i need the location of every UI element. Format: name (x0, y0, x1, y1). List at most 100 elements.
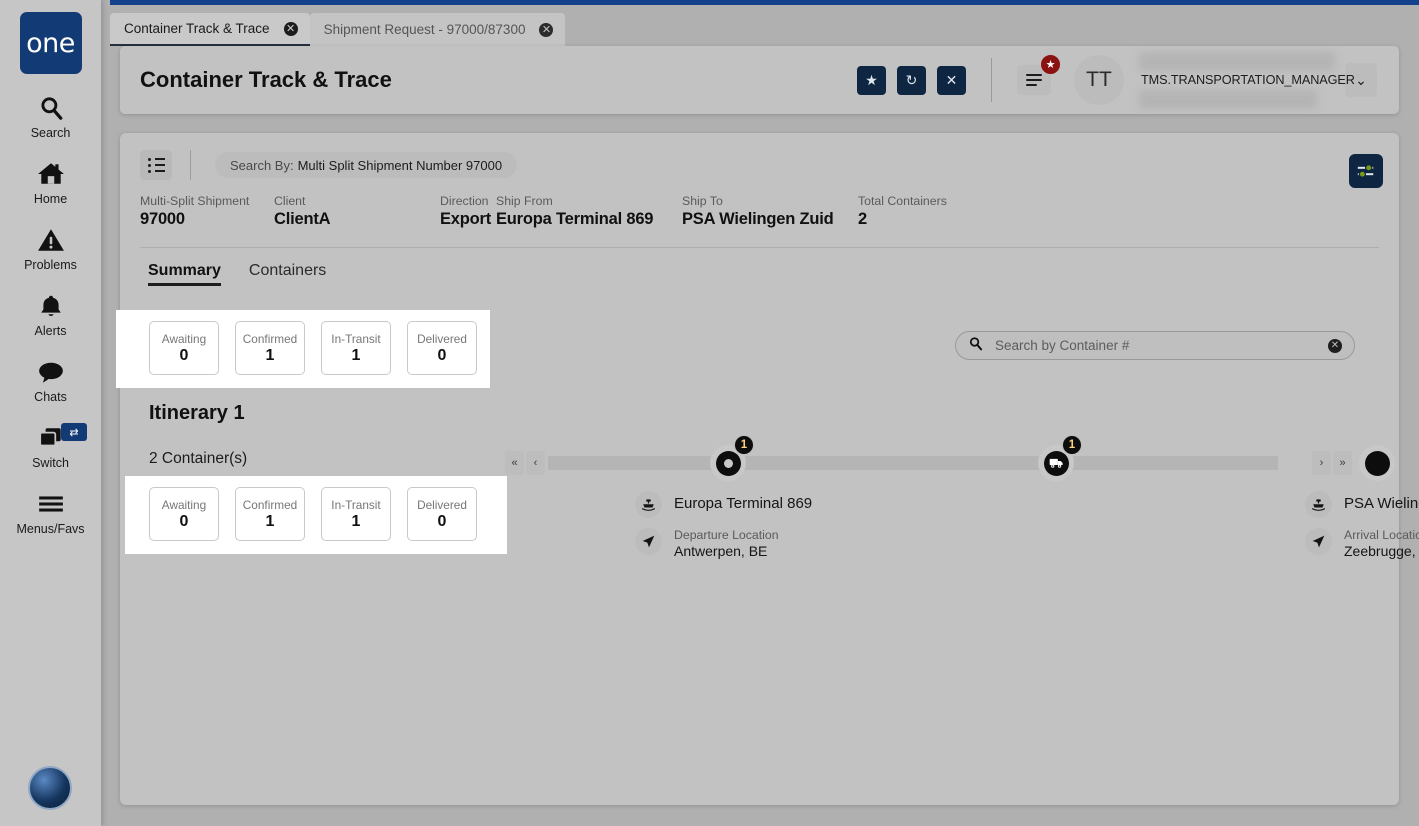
sidebar-item-menus-favs[interactable]: Menus/Favs (0, 487, 101, 536)
transit-node-count: 1 (1062, 435, 1082, 455)
tab-summary[interactable]: Summary (148, 262, 221, 286)
switch-badge-icon[interactable]: ⇄ (61, 423, 87, 441)
refresh-button[interactable]: ↻ (897, 66, 926, 95)
sidebar-item-alerts[interactable]: Alerts (0, 289, 101, 338)
page-title: Container Track & Trace (140, 67, 392, 93)
username-label: TMS.TRANSPORTATION_MANAGER (1141, 73, 1355, 87)
status-label: In-Transit (331, 332, 380, 346)
tab-shipment-request[interactable]: Shipment Request - 97000/87300 ✕ (310, 13, 566, 46)
status-label: Confirmed (243, 498, 297, 512)
favorite-button[interactable]: ★ (857, 66, 886, 95)
timeline-nav-right: › » (1312, 451, 1352, 475)
sidebar-item-label: Alerts (35, 324, 67, 338)
status-value: 0 (180, 347, 189, 365)
sidebar-item-chats[interactable]: Chats (0, 355, 101, 404)
tab-label: Container Track & Trace (124, 21, 270, 36)
avatar[interactable]: TT (1074, 55, 1124, 105)
status-label: Awaiting (162, 332, 206, 346)
tab-container-track-trace[interactable]: Container Track & Trace ✕ (110, 13, 310, 46)
origin-terminal-name: Europa Terminal 869 (674, 491, 812, 512)
first-page-button[interactable]: « (505, 451, 524, 475)
navigation-arrow-icon (1305, 528, 1332, 555)
status-card-in-transit[interactable]: In-Transit 1 (321, 321, 391, 375)
origin-terminal-row: Europa Terminal 869 (635, 491, 1035, 518)
status-card-confirmed[interactable]: Confirmed 1 (235, 321, 305, 375)
overall-status-cards: Awaiting 0 Confirmed 1 In-Transit 1 Deli… (149, 321, 477, 375)
search-by-pill[interactable]: Search By: Multi Split Shipment Number 9… (215, 152, 517, 178)
status-label: In-Transit (331, 498, 380, 512)
search-input[interactable]: Search by Container # ✕ (955, 331, 1355, 360)
close-icon[interactable]: ✕ (539, 23, 553, 37)
search-by-value: Multi Split Shipment Number 97000 (298, 158, 503, 173)
status-value: 1 (266, 347, 275, 365)
sidebar-item-search[interactable]: Search (0, 91, 101, 140)
field-label: Direction (440, 194, 496, 208)
list-glyph (148, 155, 165, 176)
field-ship-to: Ship To PSA Wielingen Zuid (682, 194, 858, 229)
tab-containers[interactable]: Containers (249, 262, 326, 286)
redacted-bar-bottom (1139, 90, 1317, 109)
close-icon[interactable]: ✕ (284, 22, 298, 36)
user-info-block: TMS.TRANSPORTATION_MANAGER (1139, 51, 1334, 109)
transit-node[interactable]: 1 (1038, 445, 1074, 481)
itinerary-status-cards: Awaiting 0 Confirmed 1 In-Transit 1 Deli… (149, 487, 477, 541)
close-button[interactable]: ✕ (937, 66, 966, 95)
sidebar-item-home[interactable]: Home (0, 157, 101, 206)
origin-node[interactable]: 1 (710, 445, 746, 481)
field-direction: Direction Export (440, 194, 496, 229)
ship-icon (635, 491, 662, 518)
destination-location-row: Arrival Location Zeebrugge, BE (1305, 528, 1419, 559)
shipment-summary-fields: Multi-Split Shipment 97000 Client Client… (120, 180, 1399, 229)
sidebar-item-problems[interactable]: Problems (0, 223, 101, 272)
destination-location-text: Arrival Location Zeebrugge, BE (1344, 528, 1419, 559)
sub-tab-bar: Summary Containers (120, 248, 1399, 286)
status-card-awaiting[interactable]: Awaiting 0 (149, 321, 219, 375)
status-value: 0 (438, 347, 447, 365)
status-label: Confirmed (243, 332, 297, 346)
search-by-row: Search By: Multi Split Shipment Number 9… (120, 133, 1399, 180)
destination-location-value: Zeebrugge, BE (1344, 543, 1419, 559)
last-page-button[interactable]: » (1333, 451, 1352, 475)
destination-terminal-row: PSA Wielingen Zuid (1305, 491, 1419, 518)
destination-details: PSA Wielingen Zuid Arrival Location Zeeb… (1305, 491, 1419, 559)
itinerary-title: Itinerary 1 (149, 402, 245, 425)
field-label: Multi-Split Shipment (140, 194, 274, 208)
redacted-bar-top (1139, 52, 1335, 71)
sidebar-item-label: Switch (32, 456, 69, 470)
origin-location-value: Antwerpen, BE (674, 543, 779, 559)
list-view-icon[interactable] (140, 150, 172, 180)
status-card-in-transit[interactable]: In-Transit 1 (321, 487, 391, 541)
logo-one[interactable]: one (20, 12, 82, 74)
status-value: 1 (352, 347, 361, 365)
field-total-containers: Total Containers 2 (858, 194, 978, 229)
status-card-awaiting[interactable]: Awaiting 0 (149, 487, 219, 541)
prev-page-button[interactable]: ‹ (526, 451, 545, 475)
destination-node[interactable] (1359, 445, 1395, 481)
left-sidebar: one Search Home Problems Alerts (0, 0, 101, 826)
sidebar-item-label: Chats (34, 390, 67, 404)
clear-icon[interactable]: ✕ (1328, 339, 1342, 353)
status-value: 1 (352, 513, 361, 531)
sidebar-item-label: Home (34, 192, 67, 206)
truck-icon (1044, 451, 1069, 476)
sidebar-item-label: Menus/Favs (16, 522, 84, 536)
status-label: Delivered (417, 498, 467, 512)
status-card-confirmed[interactable]: Confirmed 1 (235, 487, 305, 541)
filter-settings-icon[interactable] (1349, 154, 1383, 188)
favorites-badge-icon[interactable]: ★ (1040, 54, 1061, 75)
status-card-delivered[interactable]: Delivered 0 (407, 321, 477, 375)
origin-node-count: 1 (734, 435, 754, 455)
status-value: 0 (180, 513, 189, 531)
divider (190, 150, 191, 180)
sidebar-item-switch[interactable]: ⇄ Switch (0, 421, 101, 470)
app-root: one Search Home Problems Alerts (0, 0, 1419, 826)
user-avatar-bottom[interactable] (28, 766, 72, 810)
next-page-button[interactable]: › (1312, 451, 1331, 475)
bell-icon (38, 289, 64, 323)
hamburger-icon (1026, 71, 1042, 89)
search-icon (968, 336, 983, 356)
status-label: Awaiting (162, 498, 206, 512)
hamburger-icon (37, 487, 65, 521)
status-card-delivered[interactable]: Delivered 0 (407, 487, 477, 541)
header-menu-button[interactable]: ★ (1017, 65, 1051, 95)
